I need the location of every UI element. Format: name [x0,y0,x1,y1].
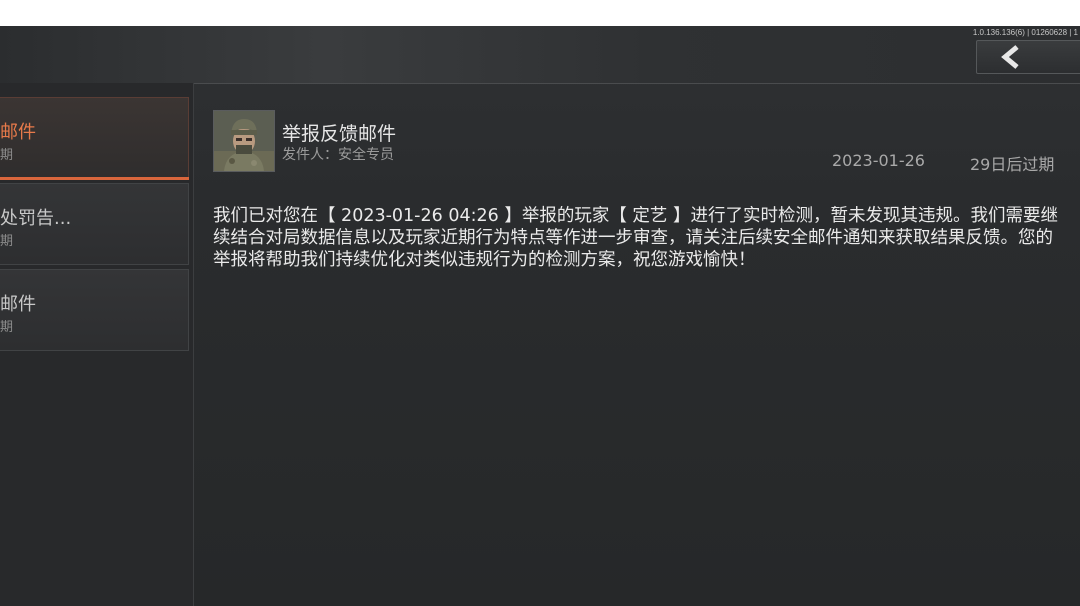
mail-list-item[interactable]: 邮件 期 [0,269,189,351]
mail-item-subtitle: 期 [0,234,14,249]
mail-item-title: 邮件 [0,294,36,315]
top-bar: 1.0.136.136(6) | 01260628 | 1 [0,26,1080,84]
sender-avatar [213,110,275,172]
chevron-left-icon [1001,45,1019,69]
mail-subject: 举报反馈邮件 [282,123,397,145]
mail-item-title: 邮件 [0,122,36,143]
mail-screen: 1.0.136.136(6) | 01260628 | 1 邮件 期 处罚告..… [0,26,1080,606]
mail-date: 2023-01-26 [832,151,925,170]
mail-list: 邮件 期 处罚告... 期 邮件 期 [0,83,194,606]
mail-list-item[interactable]: 邮件 期 [0,97,189,180]
mail-item-title: 处罚告... [0,208,72,229]
mail-item-subtitle: 期 [0,320,14,335]
mail-body: 我们已对您在【 2023-01-26 04:26 】举报的玩家【 定艺 】进行了… [213,206,1058,270]
soldier-avatar-icon [214,111,274,171]
version-label: 1.0.136.136(6) | 01260628 | 1 [972,28,1078,37]
mail-detail: 举报反馈邮件 发件人：安全专员 2023-01-26 29日后过期 我们已对您在… [195,83,1080,606]
mail-sender: 发件人：安全专员 [282,147,394,163]
mail-list-item[interactable]: 处罚告... 期 [0,183,189,265]
mail-expiry: 29日后过期 [970,155,1055,174]
mail-item-subtitle: 期 [0,148,14,163]
back-button[interactable] [976,40,1080,74]
